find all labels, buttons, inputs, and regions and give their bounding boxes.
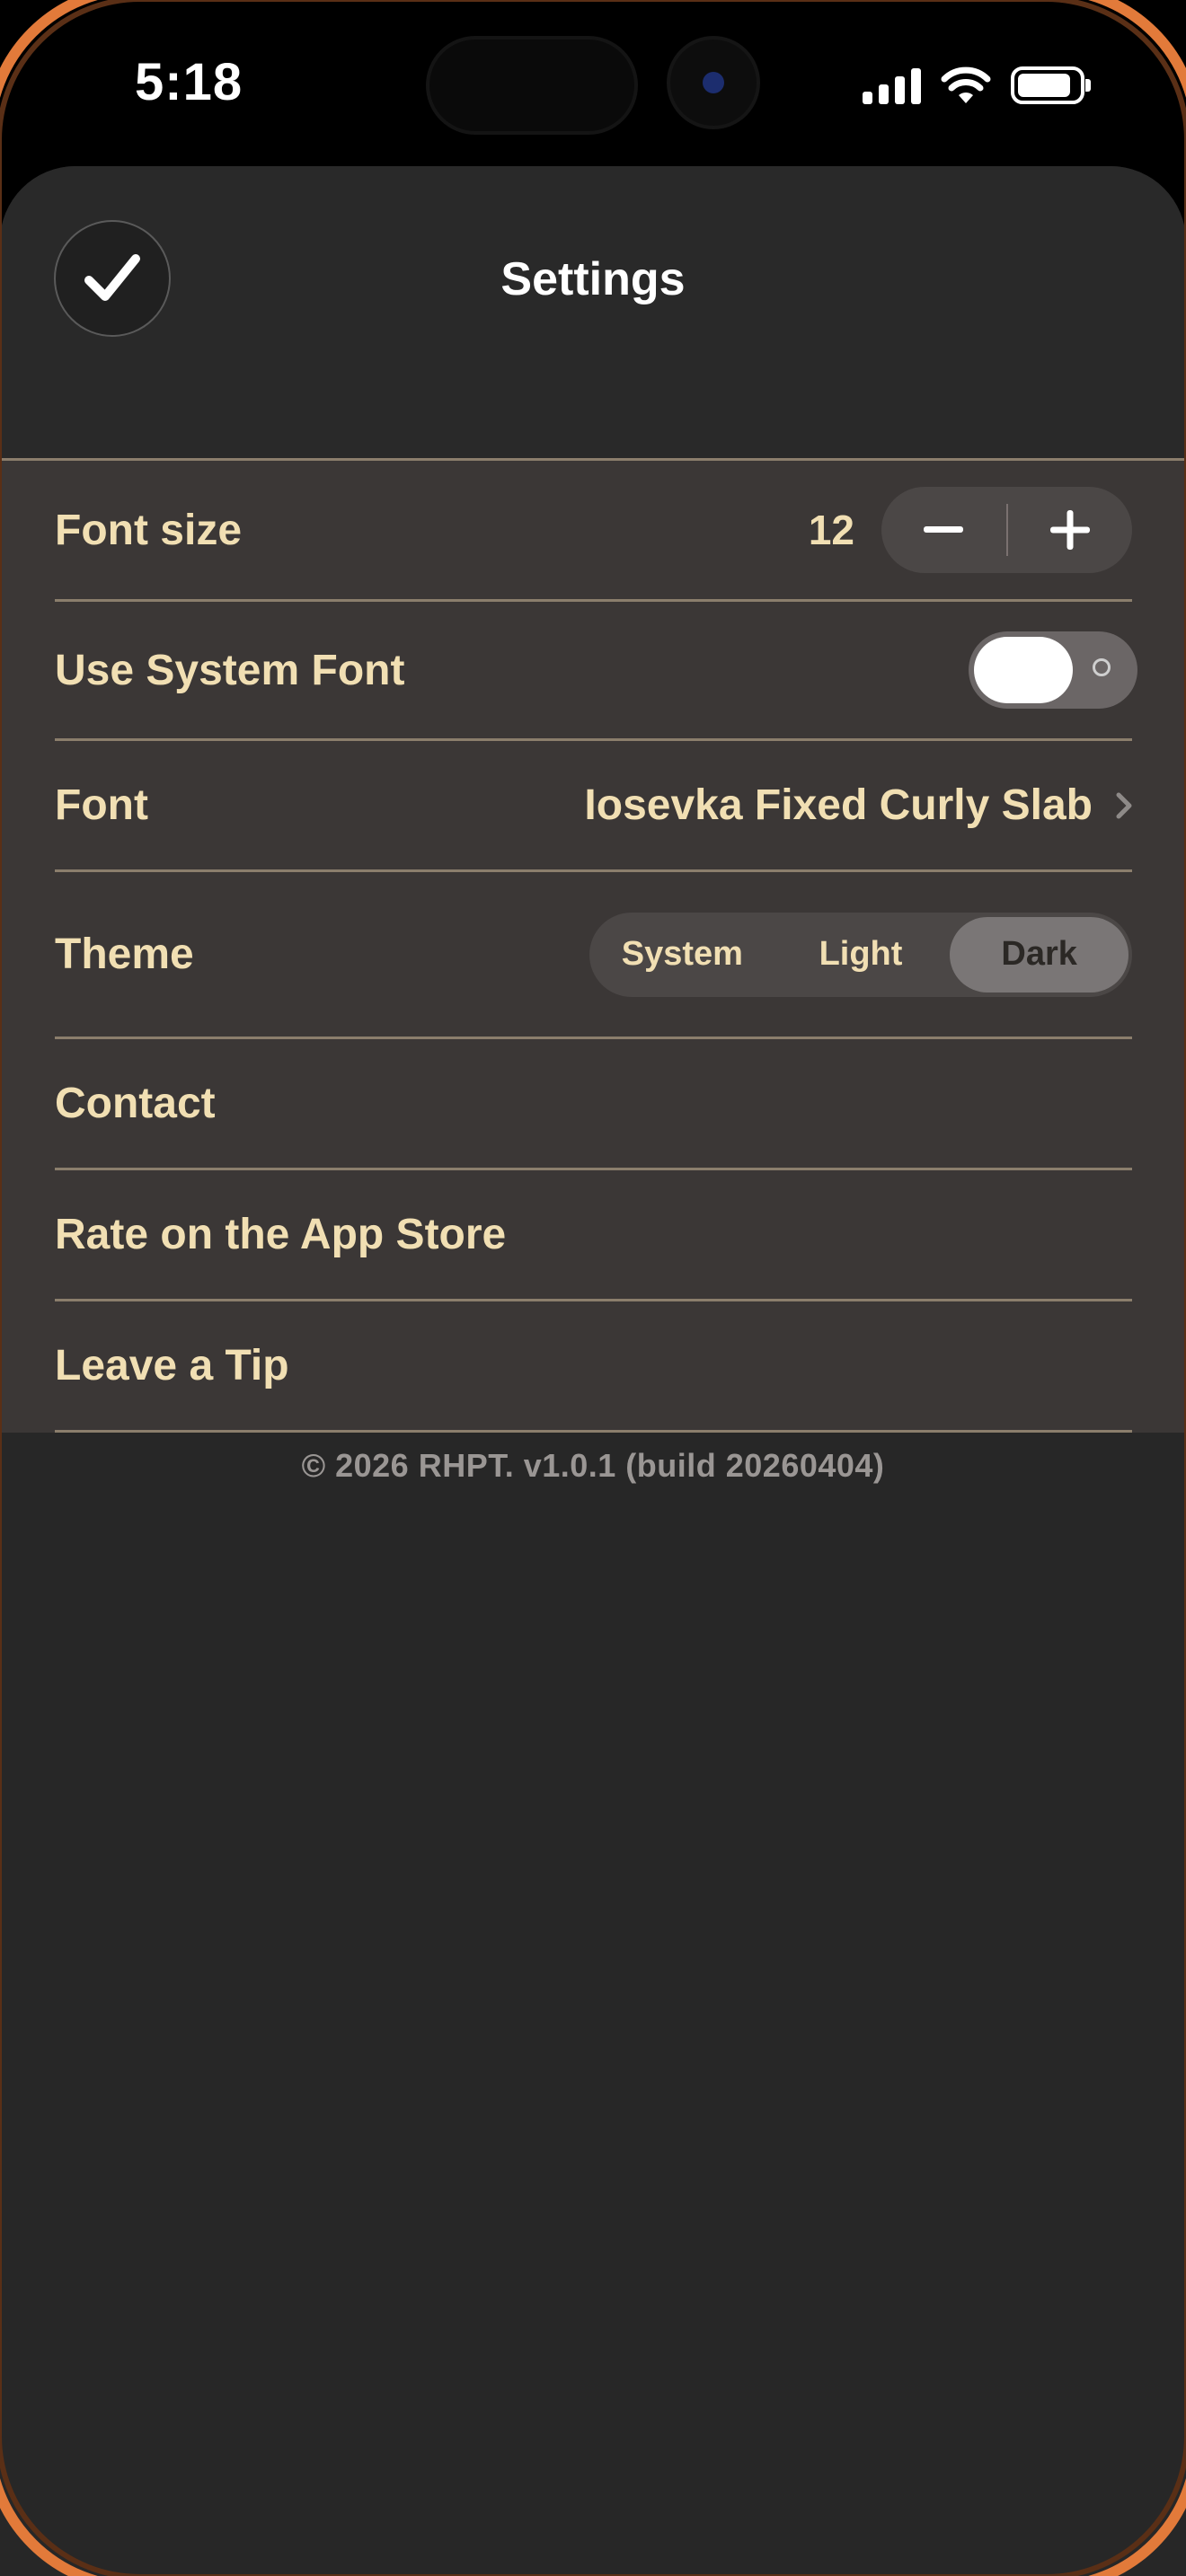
system-font-label: Use System Font bbox=[55, 646, 405, 694]
font-size-label: Font size bbox=[55, 506, 243, 554]
page-title: Settings bbox=[500, 253, 686, 305]
status-icons bbox=[863, 63, 1091, 108]
wifi-icon bbox=[941, 66, 991, 103]
font-value: Iosevka Fixed Curly Slab bbox=[584, 781, 1093, 829]
contact-label: Contact bbox=[55, 1080, 216, 1127]
version-footer: © 2026 RHPT. v1.0.1 (build 20260404) bbox=[301, 1447, 885, 1484]
theme-option-light[interactable]: Light bbox=[772, 917, 951, 992]
chevron-right-icon bbox=[1116, 792, 1132, 818]
theme-option-system[interactable]: System bbox=[593, 917, 772, 992]
screen: 5:18 Settings Font size 12 Use System Fo… bbox=[0, 0, 1186, 2576]
font-size-control: 12 bbox=[809, 487, 1132, 573]
increase-font-size-button[interactable] bbox=[1008, 487, 1133, 573]
theme-label: Theme bbox=[55, 931, 194, 978]
font-size-stepper bbox=[881, 487, 1132, 573]
status-time: 5:18 bbox=[135, 53, 243, 111]
system-font-toggle[interactable] bbox=[969, 631, 1137, 709]
battery-icon bbox=[1011, 66, 1091, 104]
contact-row[interactable]: Contact bbox=[55, 1039, 1132, 1170]
toggle-off-icon bbox=[1093, 658, 1111, 676]
theme-option-dark[interactable]: Dark bbox=[950, 916, 1129, 992]
leave-tip-label: Leave a Tip bbox=[55, 1342, 289, 1389]
font-size-row: Font size 12 bbox=[55, 461, 1132, 602]
theme-row: Theme System Light Dark bbox=[55, 872, 1132, 1039]
rate-app-label: Rate on the App Store bbox=[55, 1211, 507, 1258]
font-row[interactable]: Font Iosevka Fixed Curly Slab bbox=[55, 741, 1132, 872]
settings-list: Font size 12 Use System Font Font Iosevk… bbox=[0, 461, 1186, 1433]
plus-icon bbox=[1049, 510, 1090, 550]
leave-tip-row[interactable]: Leave a Tip bbox=[55, 1301, 1132, 1433]
font-size-value: 12 bbox=[808, 507, 854, 553]
dynamic-island bbox=[426, 36, 638, 135]
signal-icon bbox=[863, 66, 921, 104]
minus-icon bbox=[924, 526, 964, 533]
status-bar: 5:18 bbox=[0, 0, 1186, 166]
font-value-wrap: Iosevka Fixed Curly Slab bbox=[584, 781, 1132, 830]
toggle-knob bbox=[974, 637, 1073, 703]
settings-sheet: Settings Font size 12 Use System Font Fo… bbox=[0, 166, 1186, 2576]
camera-icon bbox=[667, 36, 760, 129]
theme-segmented-control: System Light Dark bbox=[589, 912, 1132, 997]
decrease-font-size-button[interactable] bbox=[881, 487, 1006, 573]
system-font-row: Use System Font bbox=[55, 602, 1137, 741]
rate-app-row[interactable]: Rate on the App Store bbox=[55, 1170, 1132, 1301]
sheet-header: Settings bbox=[0, 166, 1186, 461]
font-label: Font bbox=[55, 781, 148, 829]
